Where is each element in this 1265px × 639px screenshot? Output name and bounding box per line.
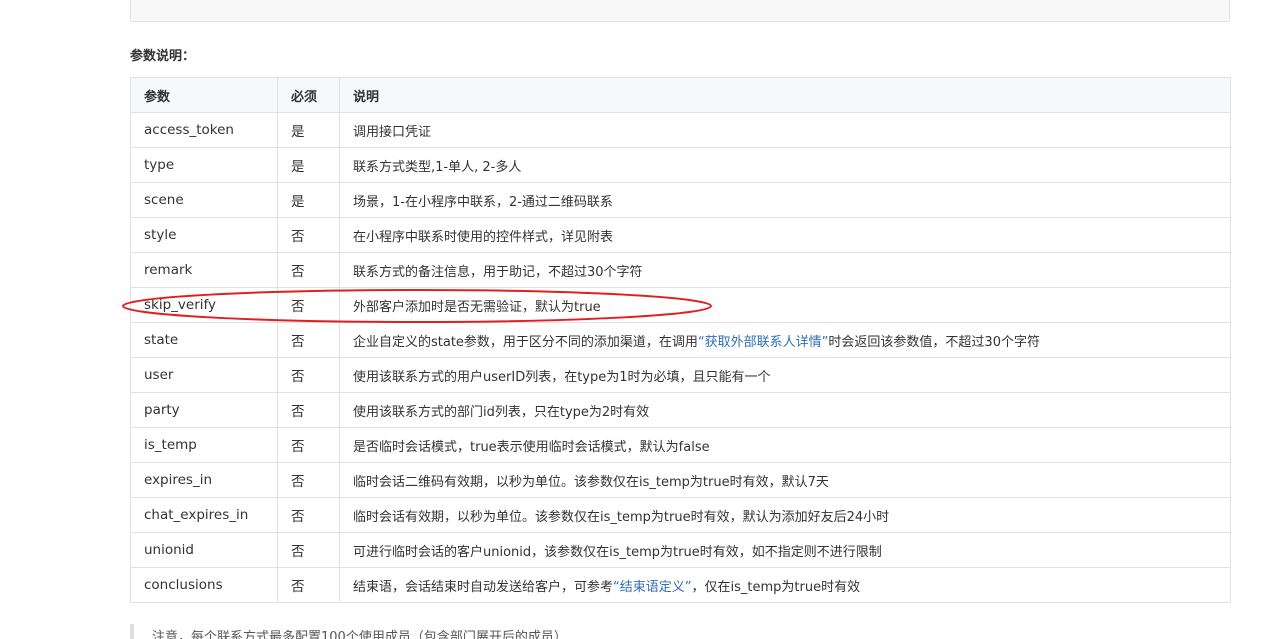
params-table: 参数 必须 说明 access_token 是调用接口凭证 type 是联系方式类型,… <box>130 77 1231 603</box>
table-row: conclusions 否结束语，会话结束时自动发送给客户，可参考“结束语定义”，… <box>130 567 1231 603</box>
param-required: 否 <box>277 357 340 393</box>
param-name: chat_expires_in <box>130 497 278 533</box>
description-text: 场景，1-在小程序中联系，2-通过二维码联系 <box>353 194 613 210</box>
description-text: 临时会话有效期，以秒为单位。该参数仅在is_temp为true时有效，默认为添加… <box>353 509 890 525</box>
param-description: 外部客户添加时是否无需验证，默认为true <box>339 287 1231 323</box>
table-row: state 否企业自定义的state参数，用于区分不同的添加渠道，在调用“获取外部… <box>130 322 1231 358</box>
param-required: 否 <box>277 427 340 463</box>
header-required: 必须 <box>277 77 340 113</box>
table-row: user 否使用该联系方式的用户userID列表，在type为1时为必填，且只能有… <box>130 357 1231 393</box>
param-required: 否 <box>277 217 340 253</box>
code-block <box>130 0 1230 22</box>
param-description: 在小程序中联系时使用的控件样式，详见附表 <box>339 217 1231 253</box>
param-required: 否 <box>277 567 340 603</box>
param-description: 是否临时会话模式，true表示使用临时会话模式，默认为false <box>339 427 1231 463</box>
description-text: 使用该联系方式的用户userID列表，在type为1时为必填，且只能有一个 <box>353 369 771 385</box>
param-description: 联系方式类型,1-单人, 2-多人 <box>339 147 1231 183</box>
param-description: 调用接口凭证 <box>339 112 1231 148</box>
param-name: conclusions <box>130 567 278 603</box>
description-text: 联系方式类型,1-单人, 2-多人 <box>353 159 522 175</box>
param-name: type <box>130 147 278 183</box>
description-text: 结束语，会话结束时自动发送给客户，可参考 <box>353 579 614 595</box>
param-name: remark <box>130 252 278 288</box>
description-text: 在小程序中联系时使用的控件样式，详见附表 <box>353 229 614 245</box>
param-required: 是 <box>277 147 340 183</box>
param-name: style <box>130 217 278 253</box>
param-description: 临时会话有效期，以秒为单位。该参数仅在is_temp为true时有效，默认为添加… <box>339 497 1231 533</box>
param-name: state <box>130 322 278 358</box>
description-link[interactable]: “获取外部联系人详情” <box>698 335 828 350</box>
table-row: unionid 否可进行临时会话的客户unionid，该参数仅在is_temp为t… <box>130 532 1231 568</box>
description-link[interactable]: “结束语定义” <box>613 580 691 595</box>
description-text: 调用接口凭证 <box>353 124 432 140</box>
param-description: 联系方式的备注信息，用于助记，不超过30个字符 <box>339 252 1231 288</box>
description-text: 企业自定义的state参数，用于区分不同的添加渠道，在调用 <box>353 334 698 350</box>
param-required: 否 <box>277 462 340 498</box>
description-text: 联系方式的备注信息，用于助记，不超过30个字符 <box>353 264 643 280</box>
param-description: 临时会话二维码有效期，以秒为单位。该参数仅在is_temp为true时有效，默认… <box>339 462 1231 498</box>
param-name: expires_in <box>130 462 278 498</box>
table-row: style 否在小程序中联系时使用的控件样式，详见附表 <box>130 217 1231 253</box>
description-text: 是否临时会话模式，true表示使用临时会话模式，默认为false <box>353 439 710 455</box>
header-description: 说明 <box>339 77 1231 113</box>
table-row: skip_verify 否外部客户添加时是否无需验证，默认为true <box>130 287 1231 323</box>
table-row: expires_in 否临时会话二维码有效期，以秒为单位。该参数仅在is_temp… <box>130 462 1231 498</box>
param-required: 否 <box>277 532 340 568</box>
api-doc-page: 参数说明： 参数 必须 说明 access_token 是调用接口凭证 type 是联… <box>0 0 1265 639</box>
table-row: is_temp 否是否临时会话模式，true表示使用临时会话模式，默认为false <box>130 427 1231 463</box>
param-required: 否 <box>277 287 340 323</box>
param-required: 否 <box>277 497 340 533</box>
description-text: 外部客户添加时是否无需验证，默认为true <box>353 299 601 315</box>
table-row: chat_expires_in 否临时会话有效期，以秒为单位。该参数仅在is_te… <box>130 497 1231 533</box>
table-row: remark 否联系方式的备注信息，用于助记，不超过30个字符 <box>130 252 1231 288</box>
description-text: 临时会话二维码有效期，以秒为单位。该参数仅在is_temp为true时有效，默认… <box>353 474 829 490</box>
param-required: 是 <box>277 112 340 148</box>
table-row: scene 是场景，1-在小程序中联系，2-通过二维码联系 <box>130 182 1231 218</box>
param-name: is_temp <box>130 427 278 463</box>
table-body: access_token 是调用接口凭证 type 是联系方式类型,1-单人, 2-多… <box>130 112 1231 603</box>
param-description: 可进行临时会话的客户unionid，该参数仅在is_temp为true时有效，如… <box>339 532 1231 568</box>
param-name: skip_verify <box>130 287 278 323</box>
note-bar <box>130 624 134 639</box>
description-text: 可进行临时会话的客户unionid，该参数仅在is_temp为true时有效，如… <box>353 544 882 560</box>
note-text: 注意，每个联系方式最多配置100个使用成员（包含部门展开后的成员） <box>152 630 567 639</box>
param-description: 场景，1-在小程序中联系，2-通过二维码联系 <box>339 182 1231 218</box>
param-required: 否 <box>277 392 340 428</box>
description-text: 使用该联系方式的部门id列表，只在type为2时有效 <box>353 404 650 420</box>
param-description: 使用该联系方式的用户userID列表，在type为1时为必填，且只能有一个 <box>339 357 1231 393</box>
param-name: party <box>130 392 278 428</box>
table-row: party 否使用该联系方式的部门id列表，只在type为2时有效 <box>130 392 1231 428</box>
param-name: unionid <box>130 532 278 568</box>
param-name: user <box>130 357 278 393</box>
table-row: access_token 是调用接口凭证 <box>130 112 1231 148</box>
table-row: type 是联系方式类型,1-单人, 2-多人 <box>130 147 1231 183</box>
header-param: 参数 <box>130 77 278 113</box>
param-description: 企业自定义的state参数，用于区分不同的添加渠道，在调用“获取外部联系人详情”… <box>339 322 1231 358</box>
section-title: 参数说明： <box>130 49 196 64</box>
param-description: 使用该联系方式的部门id列表，只在type为2时有效 <box>339 392 1231 428</box>
description-text-after-link: ，仅在is_temp为true时有效 <box>691 579 861 595</box>
param-name: access_token <box>130 112 278 148</box>
param-required: 否 <box>277 322 340 358</box>
description-text-after-link: 时会返回该参数值，不超过30个字符 <box>828 334 1040 350</box>
param-required: 否 <box>277 252 340 288</box>
param-description: 结束语，会话结束时自动发送给客户，可参考“结束语定义”，仅在is_temp为tr… <box>339 567 1231 603</box>
table-header-row: 参数 必须 说明 <box>130 77 1231 113</box>
param-required: 是 <box>277 182 340 218</box>
param-name: scene <box>130 182 278 218</box>
